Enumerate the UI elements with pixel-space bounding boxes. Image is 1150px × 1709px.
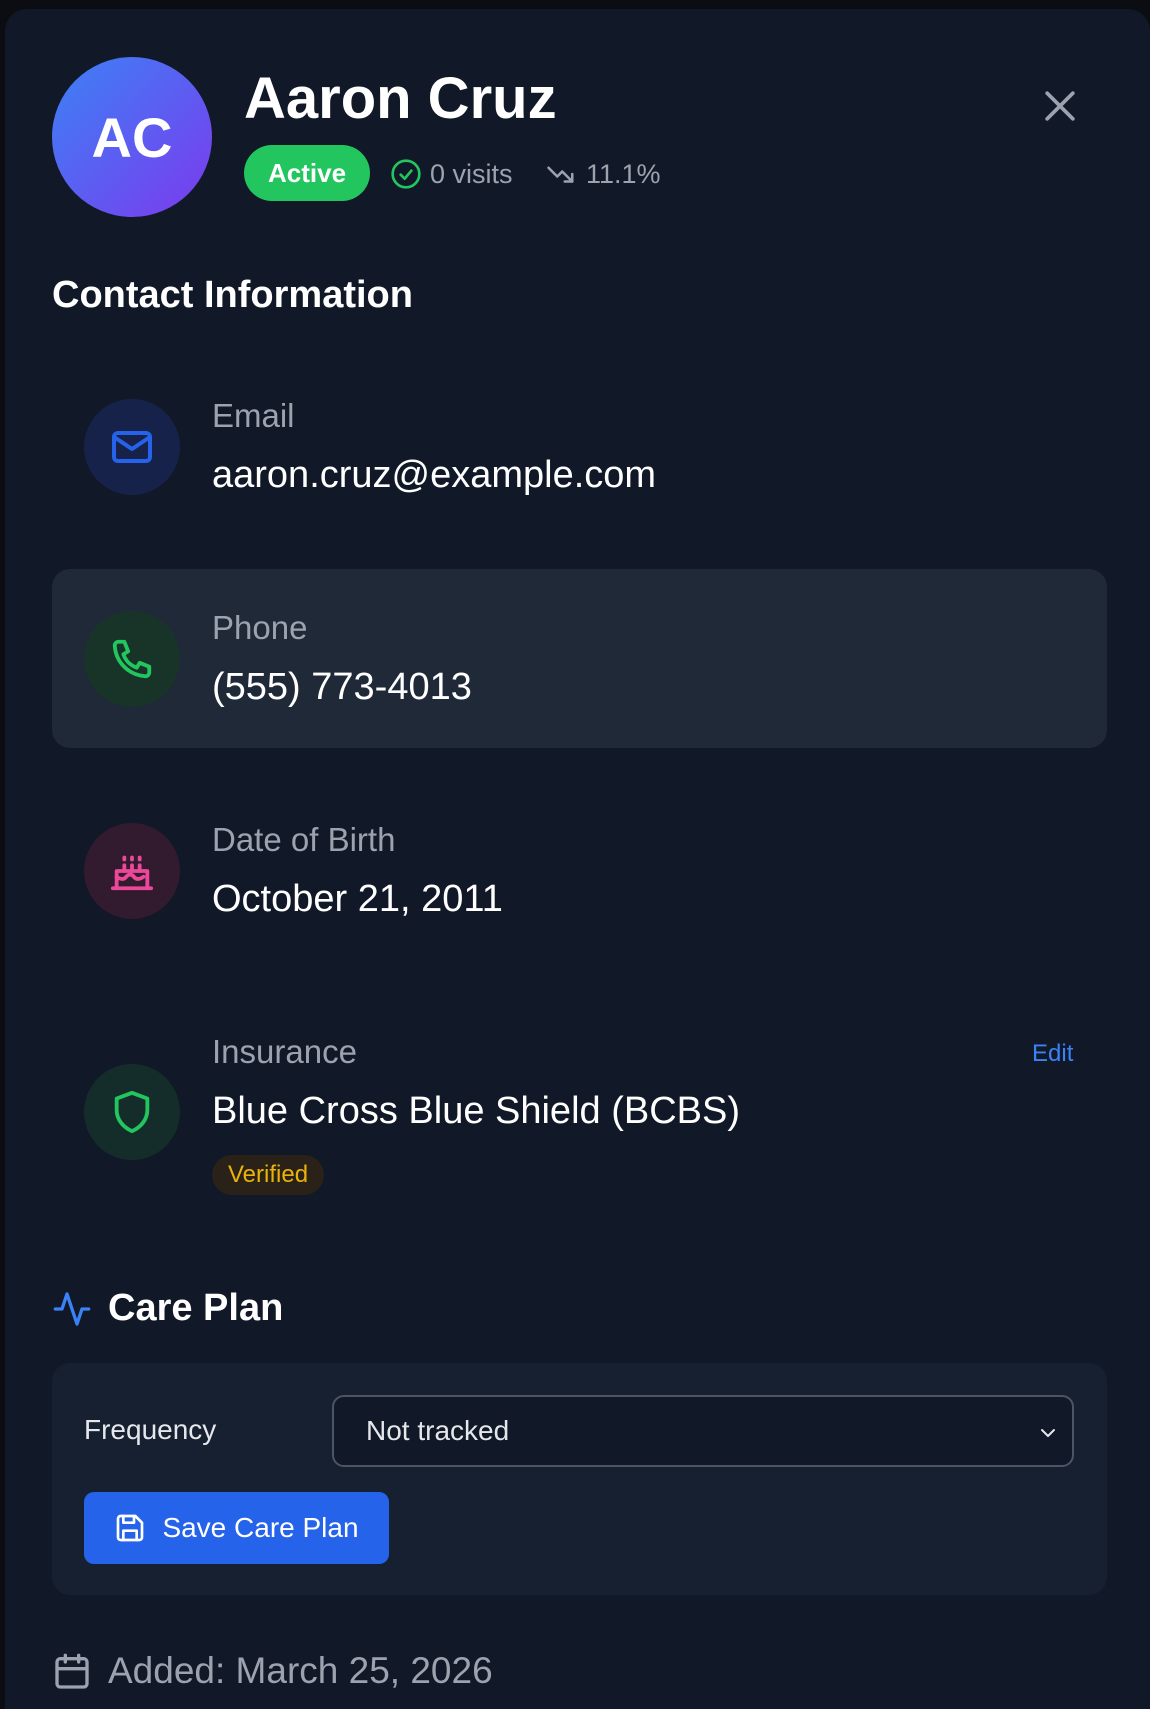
shield-icon: [114, 1090, 150, 1134]
mail-icon: [112, 431, 152, 463]
cake-icon: [110, 855, 154, 891]
frequency-selected-value: Not tracked: [366, 1415, 510, 1446]
frequency-select[interactable]: Not tracked: [332, 1395, 1074, 1467]
visits-stat: 0 visits: [390, 154, 513, 194]
activity-icon: [53, 1292, 91, 1326]
close-button[interactable]: [1038, 84, 1082, 128]
care-plan-header: [52, 1287, 92, 1336]
check-circle-icon: [391, 159, 421, 189]
save-icon: [117, 1514, 144, 1542]
status-badge: Active: [244, 145, 371, 201]
email-label: Email: [212, 397, 295, 434]
patient-name: Aaron Cruz: [244, 66, 557, 131]
phone-icon-badge: [84, 611, 180, 707]
save-care-plan-label: Save Care Plan: [162, 1512, 359, 1543]
trend-stat: 11.1%: [544, 154, 661, 194]
visits-count: 0 visits: [430, 158, 513, 189]
save-care-plan-button[interactable]: Save Care Plan: [84, 1492, 389, 1564]
status-badge-label: Active: [268, 157, 347, 188]
trend-value: 11.1%: [586, 158, 661, 189]
added-date: Added: March 25, 2026: [108, 1650, 493, 1691]
calendar-icon: [55, 1653, 89, 1689]
frequency-label: Frequency: [84, 1414, 217, 1445]
dob-icon-badge: [84, 823, 180, 919]
contact-section-title: Contact Information: [52, 274, 413, 316]
insurance-icon-badge: [84, 1064, 180, 1160]
chevron-down-icon: [1041, 1429, 1055, 1437]
dob-label: Date of Birth: [212, 821, 396, 858]
care-plan-title: Care Plan: [108, 1287, 284, 1329]
avatar-initials: AC: [91, 105, 173, 169]
phone-row-highlight[interactable]: [52, 569, 1107, 748]
insurance-edit-link[interactable]: Edit: [1032, 1040, 1073, 1068]
phone-icon: [112, 639, 152, 679]
insurance-value: Blue Cross Blue Shield (BCBS): [212, 1090, 740, 1132]
email-icon-badge: [84, 399, 180, 495]
insurance-label: Insurance: [212, 1033, 357, 1070]
close-icon: [1045, 91, 1075, 121]
phone-label: Phone: [212, 609, 308, 646]
trending-down-icon: [547, 166, 574, 183]
phone-value[interactable]: (555) 773-4013: [212, 666, 472, 709]
dob-value: October 21, 2011: [212, 878, 503, 920]
verified-label: Verified: [228, 1161, 309, 1188]
added-date-row: [52, 1652, 92, 1697]
email-value[interactable]: aaron.cruz@example.com: [212, 454, 656, 497]
avatar: AC: [52, 57, 212, 217]
insurance-verified-badge: Verified: [212, 1155, 325, 1195]
